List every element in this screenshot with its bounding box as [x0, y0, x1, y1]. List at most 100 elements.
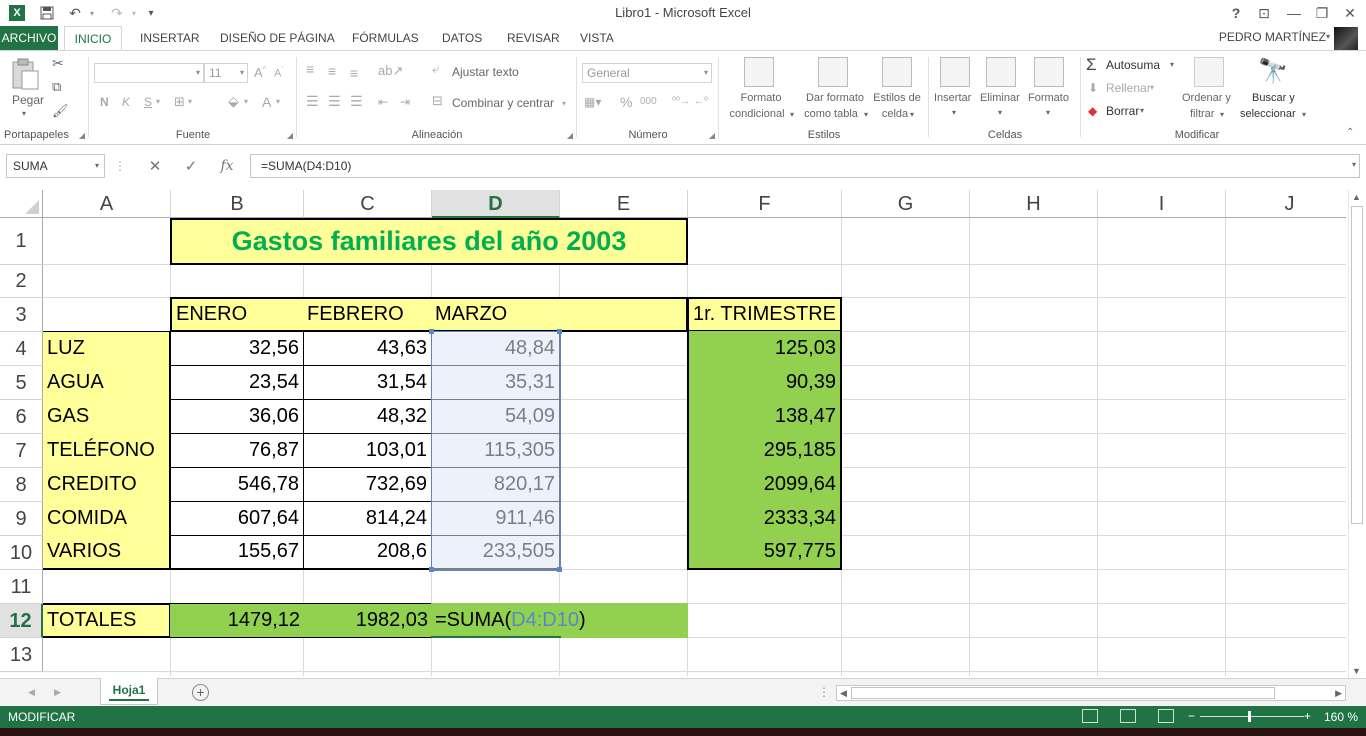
redo-dropdown-icon[interactable]: ▾ [128, 0, 140, 26]
clear-dropdown-icon[interactable]: ▾ [1140, 106, 1144, 115]
tab-datos[interactable]: DATOS [432, 26, 492, 50]
font-launcher-icon[interactable]: ◢ [287, 131, 293, 140]
cell-d4[interactable]: 48,84 [431, 331, 560, 366]
clear-button[interactable]: Borrar [1106, 104, 1139, 118]
cell-b12[interactable]: 1479,12 [170, 603, 304, 638]
format-painter-icon[interactable]: 🖌 [52, 103, 69, 119]
cell-c7[interactable]: 103,01 [303, 433, 432, 468]
tab-diseno-de-pagina[interactable]: DISEÑO DE PÁGINA [210, 26, 345, 50]
sort-filter-line1[interactable]: Ordenar y [1182, 92, 1231, 104]
tab-formulas[interactable]: FÓRMULAS [342, 26, 429, 50]
format-dropdown-icon[interactable]: ▾ [1046, 108, 1050, 117]
format-as-table-line1[interactable]: Dar formato [798, 92, 872, 104]
row-header-7[interactable]: 7 [0, 434, 43, 468]
cell-styles-icon[interactable] [882, 57, 912, 87]
user-name[interactable]: PEDRO MARTÍNEZ [1219, 30, 1326, 44]
thousands-button[interactable]: 000 [640, 96, 657, 107]
collapse-ribbon-icon[interactable]: ⌃ [1346, 127, 1354, 138]
accounting-format-icon[interactable]: ▦▾ [584, 95, 601, 109]
format-as-table-line2[interactable]: como tabla [794, 108, 868, 120]
fill-dropdown-icon[interactable]: ▾ [1150, 83, 1154, 92]
scroll-down-icon[interactable]: ▼ [1352, 666, 1361, 676]
clipboard-launcher-icon[interactable]: ◢ [79, 131, 85, 140]
sort-filter-dropdown-icon[interactable]: ▾ [1220, 110, 1224, 119]
cell-f6[interactable]: 138,47 [687, 399, 842, 434]
column-header-b[interactable]: B [171, 190, 304, 218]
sort-filter-icon[interactable] [1194, 57, 1224, 87]
tab-archivo[interactable]: ARCHIVO [0, 26, 58, 50]
cell-d6[interactable]: 54,09 [431, 399, 560, 434]
tab-vista[interactable]: VISTA [570, 26, 624, 50]
fill-button[interactable]: Rellenar [1106, 81, 1151, 95]
selection-handle-bl[interactable] [429, 567, 434, 572]
sheet-tab-hoja1[interactable]: Hoja1 [100, 678, 158, 705]
conditional-format-line2[interactable]: condicional [720, 108, 794, 120]
row-header-2[interactable]: 2 [0, 265, 43, 298]
cell-d9[interactable]: 911,46 [431, 501, 560, 536]
cell-d5[interactable]: 35,31 [431, 365, 560, 400]
cell-f5[interactable]: 90,39 [687, 365, 842, 400]
cell-b5[interactable]: 23,54 [170, 365, 304, 400]
row-header-10[interactable]: 10 [0, 536, 43, 570]
shrink-font-icon[interactable]: Aˇ [274, 67, 284, 80]
sheet-title-cell[interactable]: Gastos familiares del año 2003 [170, 218, 688, 265]
row-header-3[interactable]: 3 [0, 298, 43, 332]
underline-dropdown-icon[interactable]: ▾ [156, 97, 160, 106]
avatar[interactable] [1334, 27, 1358, 51]
page-break-view-icon[interactable] [1158, 709, 1174, 723]
cell-b8[interactable]: 546,78 [170, 467, 304, 502]
scroll-left-icon[interactable]: ◀ [840, 688, 847, 699]
column-header-e[interactable]: E [560, 190, 688, 218]
cell-d8[interactable]: 820,17 [431, 467, 560, 502]
cell-c9[interactable]: 814,24 [303, 501, 432, 536]
font-name-select[interactable]: ▾ [94, 63, 204, 83]
copy-icon[interactable]: ⧉ [52, 79, 61, 95]
row-header-4[interactable]: 4 [0, 332, 43, 366]
tab-split-icon[interactable]: ⋮ [818, 685, 830, 699]
column-header-f[interactable]: F [688, 190, 842, 218]
ribbon-display-options-icon[interactable]: ⊡ [1254, 0, 1274, 26]
zoom-slider-knob[interactable] [1248, 711, 1251, 722]
find-select-icon[interactable]: 🔭 [1258, 57, 1288, 86]
name-box[interactable]: SUMA ▾ [6, 154, 105, 178]
align-middle-icon[interactable]: ≡ [328, 63, 336, 79]
worksheet-grid[interactable]: A B C D E F G H I J 1 2 3 4 5 6 7 8 9 10… [0, 190, 1346, 676]
row-header-13[interactable]: 13 [0, 638, 43, 672]
prev-sheet-icon[interactable]: ◀ [28, 687, 35, 698]
cell-a9[interactable]: COMIDA [43, 501, 171, 536]
cell-c10[interactable]: 208,6 [303, 535, 432, 570]
select-all-button[interactable] [0, 190, 43, 218]
cell-f7[interactable]: 295,185 [687, 433, 842, 468]
eraser-icon[interactable]: ◆ [1088, 104, 1097, 118]
decrease-indent-icon[interactable]: ⇤ [378, 95, 388, 109]
maximize-icon[interactable]: ❐ [1312, 0, 1332, 26]
italic-button[interactable]: K [122, 95, 130, 109]
insert-function-icon[interactable]: fx [210, 154, 244, 178]
zoom-slider[interactable] [1200, 716, 1304, 717]
normal-view-icon[interactable] [1082, 709, 1098, 723]
autosum-button[interactable]: Autosuma [1106, 58, 1160, 72]
enter-formula-icon[interactable]: ✓ [174, 154, 208, 178]
row-header-6[interactable]: 6 [0, 400, 43, 434]
find-select-line1[interactable]: Buscar y [1252, 92, 1295, 104]
horizontal-scroll-thumb[interactable] [851, 687, 1275, 699]
increase-decimal-icon[interactable]: ⁰⁰→ [672, 96, 690, 107]
selection-handle-br[interactable] [557, 567, 562, 572]
decrease-decimal-icon[interactable]: ←⁰ [694, 96, 708, 107]
wrap-text-button[interactable]: Ajustar texto [452, 65, 519, 79]
cancel-formula-icon[interactable]: ✕ [138, 154, 172, 178]
vertical-scrollbar[interactable]: ▲ ▼ [1348, 190, 1364, 678]
fill-down-icon[interactable]: ⬇ [1088, 81, 1098, 95]
alignment-launcher-icon[interactable]: ◢ [567, 131, 573, 140]
align-left-icon[interactable]: ☰ [306, 93, 319, 110]
conditional-format-icon[interactable] [744, 57, 774, 87]
row-header-12[interactable]: 12 [0, 604, 43, 638]
cell-b6[interactable]: 36,06 [170, 399, 304, 434]
delete-dropdown-icon[interactable]: ▾ [998, 108, 1002, 117]
tab-revisar[interactable]: REVISAR [497, 26, 570, 50]
row-header-9[interactable]: 9 [0, 502, 43, 536]
cell-styles-dropdown-icon[interactable]: ▾ [910, 110, 914, 119]
delete-cells-icon[interactable] [986, 57, 1016, 87]
row-header-8[interactable]: 8 [0, 468, 43, 502]
cell-b3[interactable]: ENERO [170, 297, 304, 332]
